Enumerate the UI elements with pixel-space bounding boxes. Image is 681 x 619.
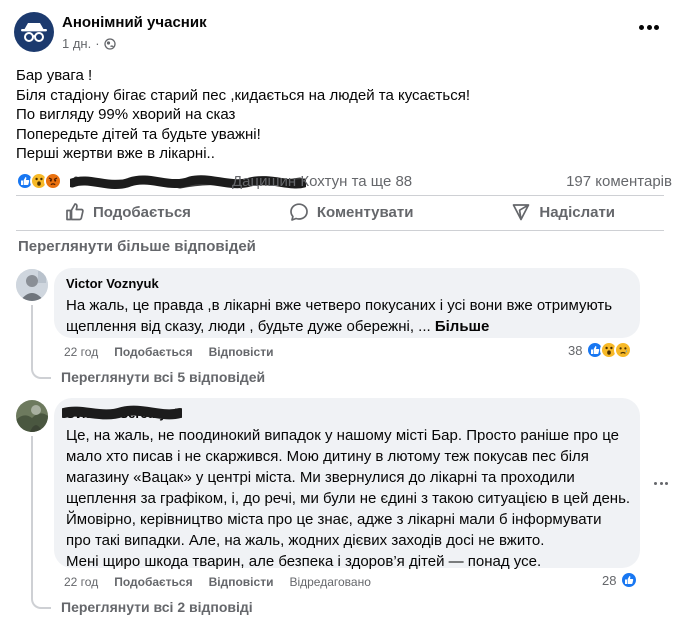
comment-reply-button[interactable]: Відповісти: [209, 575, 274, 589]
edited-label[interactable]: Відредаговано: [289, 575, 370, 589]
like-icon: [620, 571, 639, 589]
comment-like-button[interactable]: Подобається: [114, 575, 192, 589]
reactions-summary: Дацишин Кохтун та ще 88 197 коментарів: [16, 170, 672, 192]
comment-bubble: Victor Voznyuk На жаль, це правда ,в лік…: [54, 268, 640, 338]
globe-icon[interactable]: [103, 37, 116, 50]
avatar[interactable]: [16, 269, 48, 301]
comment-options-button[interactable]: [654, 482, 668, 486]
anonymous-avatar-icon[interactable]: [14, 12, 54, 52]
angry-icon: [44, 172, 62, 190]
post-line: Перші жертви вже в лікарні..: [16, 145, 215, 162]
comment-reply-button[interactable]: Відповісти: [209, 345, 274, 359]
comment-actions: 22 год Подобається Відповісти: [64, 345, 289, 359]
divider: [16, 230, 664, 231]
comment-line: Мені щиро шкода тварин, але безпека і зд…: [66, 553, 542, 570]
comment-time[interactable]: 22 год: [64, 345, 98, 359]
view-replies-link[interactable]: Переглянути всі 5 відповідей: [61, 369, 265, 385]
share-button[interactable]: Надіслати: [511, 202, 615, 222]
reactors-text: Дацишин Кохтун та ще 88: [232, 172, 413, 190]
post-line: Бар увага !: [16, 67, 93, 84]
post-time[interactable]: 1 дн.: [62, 36, 91, 52]
comment-bubble: Svitlana Serediyuk Це, на жаль, не пооди…: [54, 398, 640, 570]
post-text: Бар увага ! Біля стадіону бігає старий п…: [16, 66, 470, 164]
post-header: Анонімний учасник 1 дн. ·: [14, 12, 207, 52]
post-author[interactable]: Анонімний учасник: [62, 13, 207, 32]
thread-connector: [31, 305, 51, 379]
comment-line: Це, на жаль, не поодинокий випадок у наш…: [66, 427, 619, 444]
comment-line: На жаль, це правда ,в лікарні вже четвер…: [66, 297, 613, 314]
send-icon: [513, 204, 530, 221]
redaction-scribble: [62, 405, 182, 420]
post-options-button[interactable]: [639, 22, 659, 32]
thread-connector: [31, 436, 51, 609]
comments-count[interactable]: 197 коментарів: [566, 173, 672, 190]
comment-author[interactable]: Svitlana Serediyuk: [62, 405, 628, 422]
comment-line: щеплення за графіком, і, до речі, ми бул…: [66, 490, 631, 507]
comment-line: Ймовірно, керівництво міста про це знає,…: [66, 511, 602, 528]
comment-time[interactable]: 22 год: [64, 575, 98, 589]
avatar[interactable]: [16, 400, 48, 432]
comment-reaction-count: 38: [568, 342, 583, 358]
comment-author[interactable]: Victor Voznyuk: [66, 276, 628, 292]
comment-button-label: Коментувати: [316, 203, 414, 221]
comment-text: На жаль, це правда ,в лікарні вже четвер…: [66, 295, 628, 337]
comment-icon: [289, 203, 308, 221]
like-button-label: Подобається: [92, 203, 191, 221]
comment-text: Це, на жаль, не поодинокий випадок у наш…: [66, 425, 631, 572]
comment-reaction-count: 28: [602, 572, 617, 588]
comment-button[interactable]: Коментувати: [289, 202, 414, 222]
comment-line: магазину «Вацак» у центрі міста. Ми звер…: [66, 469, 575, 486]
comment-line: мало хто писав і не скаржився. Мою дитин…: [66, 448, 589, 465]
comment-line: про такі випадки. Але, на жаль, жодних д…: [66, 532, 545, 549]
comment-line: щеплення від сказу, люди , будьте дуже о…: [66, 318, 431, 335]
like-button[interactable]: Подобається: [65, 202, 191, 222]
see-more-link[interactable]: Більше: [435, 318, 490, 335]
post-action-bar: Подобається Коментувати Надіслати: [16, 196, 664, 228]
post-line: По вигляду 99% хворий на сказ: [16, 106, 236, 123]
reactors-names[interactable]: Дацишин Кохтун та ще 88: [70, 172, 413, 190]
comment-reactions[interactable]: 38: [568, 341, 633, 359]
post-line: Попередьте дітей та будьте уважні!: [16, 125, 261, 143]
meta-separator: ·: [95, 35, 100, 51]
thumbs-up-icon: [66, 203, 84, 221]
comment-reactions[interactable]: 28: [602, 571, 639, 589]
view-more-replies-link[interactable]: Переглянути більше відповідей: [18, 238, 256, 255]
comment-like-button[interactable]: Подобається: [114, 345, 192, 359]
sad-icon: [614, 341, 633, 359]
share-button-label: Надіслати: [539, 203, 616, 221]
reaction-icons[interactable]: [16, 172, 62, 190]
comment-actions: 22 год Подобається Відповісти Відредагов…: [64, 575, 387, 589]
post-line: Біля стадіону бігає старий пес ,кидаєтьс…: [16, 86, 470, 104]
view-replies-link[interactable]: Переглянути всі 2 відповіді: [61, 599, 253, 615]
